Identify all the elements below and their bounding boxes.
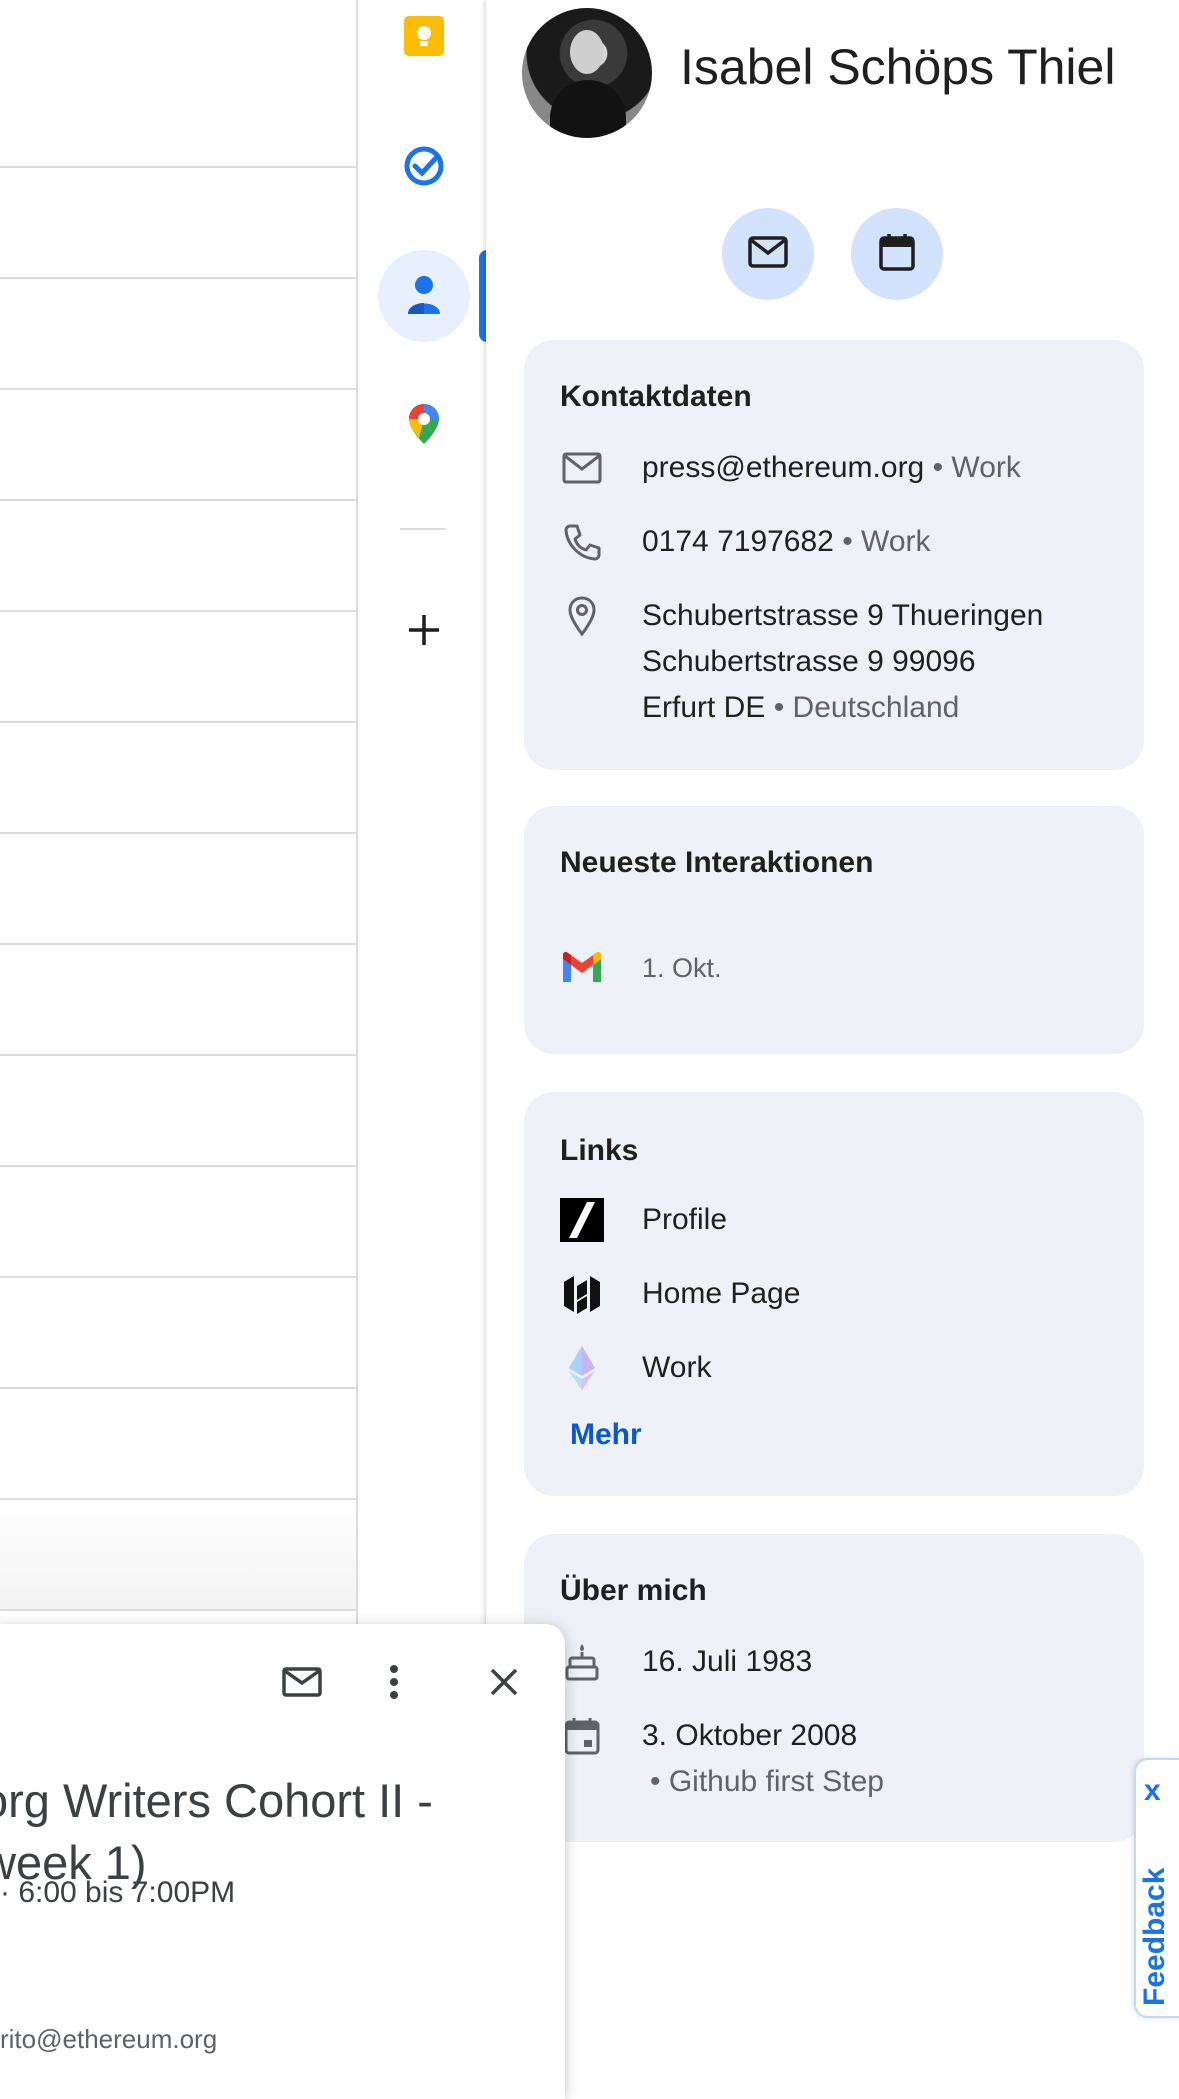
card-title: Links [560,1134,639,1167]
mail-icon [282,1666,322,1702]
interaction-date[interactable]: 1. Okt. [642,945,722,991]
link-work[interactable]: Work [642,1345,711,1391]
more-options-button[interactable] [366,1656,422,1712]
list-row-divider [0,1165,356,1167]
links-card: Links Profile Home Page Work Mehr [524,1092,1144,1496]
about-me-card: Über mich 16. Juli 1983 3. Oktober 2008 … [524,1534,1144,1842]
list-row-divider [0,610,356,612]
email-row[interactable]: press@ethereum.org • Work [642,445,1021,491]
feedback-close-icon[interactable]: x [1144,1774,1161,1808]
contacts-icon [404,272,444,321]
link-profile[interactable]: Profile [642,1197,727,1243]
avatar[interactable] [522,8,652,138]
phone-icon [560,520,604,564]
schedule-event-button[interactable] [851,208,943,300]
card-title: Neueste Interaktionen [560,846,874,879]
gmail-icon [560,946,604,990]
card-title: Kontaktdaten [560,380,752,413]
phone-value[interactable]: 0174 7197682 [642,525,834,558]
ethereum-icon [560,1346,604,1390]
more-links-button[interactable]: Mehr [570,1418,642,1452]
list-row-divider [0,1054,356,1056]
list-row-divider [0,277,356,279]
phone-row[interactable]: 0174 7197682 • Work [642,519,931,565]
event-popup: org Writers Cohort II - week 1) · 6:00 b… [0,1624,565,2099]
event-label: • Github first Step [650,1765,884,1798]
list-row-divider [0,1387,356,1389]
event-row: 3. Oktober 2008 • Github first Step [642,1713,884,1805]
list-row-shaded [0,1500,356,1610]
list-row-divider [0,943,356,945]
maps-app-button[interactable] [378,380,470,472]
contacts-app-button[interactable] [378,250,470,342]
event-organizer-email[interactable]: rito@ethereum.org [0,2024,217,2055]
maps-icon [407,402,441,451]
app-bar-divider [400,528,446,530]
event-date: 3. Oktober 2008 [642,1719,858,1752]
birthday-cake-icon [560,1640,604,1684]
list-row-divider [0,499,356,501]
address-country: • Deutschland [773,691,960,724]
tasks-app-button[interactable] [378,122,470,214]
list-row-divider [0,721,356,723]
contact-panel: Isabel Schöps Thiel Kontaktdaten press@e… [486,0,1179,2099]
address-line-3: Erfurt DE [642,691,766,724]
contact-details-card: Kontaktdaten press@ethereum.org • Work 0… [524,340,1144,770]
location-icon [560,594,604,638]
profile-logo-icon [560,1198,604,1242]
phone-type: • Work [842,525,931,558]
email-guests-button[interactable] [274,1656,330,1712]
address-line-2: Schubertstrasse 9 99096 [642,645,976,678]
more-vertical-icon [389,1664,399,1705]
avatar-face [570,30,604,74]
keep-app-button[interactable] [378,0,470,84]
event-title-line-1: org Writers Cohort II - [0,1774,433,1827]
card-title: Über mich [560,1574,707,1607]
feedback-label[interactable]: Feedback [1138,1868,1172,2006]
homepage-logo-icon [560,1272,604,1316]
event-time: · 6:00 bis 7:00PM [0,1876,236,1909]
email-value[interactable]: press@ethereum.org [642,451,924,484]
feedback-tab[interactable]: x Feedback [1134,1758,1179,2018]
send-email-button[interactable] [722,208,814,300]
keep-icon [402,14,446,63]
email-type: • Work [932,451,1021,484]
address-line-1: Schubertstrasse 9 Thueringen [642,599,1044,632]
event-calendar-icon [560,1714,604,1758]
list-row-divider [0,166,356,168]
add-icon [406,612,442,653]
tasks-icon [402,144,446,193]
list-row-divider [0,832,356,834]
close-icon [489,1667,519,1702]
list-row-divider [0,1609,356,1611]
recent-interactions-card: Neueste Interaktionen 1. Okt. [524,806,1144,1054]
email-icon [560,446,604,490]
mail-icon [748,235,788,273]
contact-name: Isabel Schöps Thiel [680,39,1116,95]
birthday-date: 16. Juli 1983 [642,1645,813,1678]
list-row-divider [0,1276,356,1278]
list-row-divider [0,388,356,390]
add-app-button[interactable] [378,586,470,678]
link-home-page[interactable]: Home Page [642,1271,800,1317]
avatar-body [550,80,626,138]
calendar-icon [878,232,916,277]
address-row[interactable]: Schubertstrasse 9 Thueringen Schubertstr… [642,593,1043,731]
close-popup-button[interactable] [476,1656,532,1712]
